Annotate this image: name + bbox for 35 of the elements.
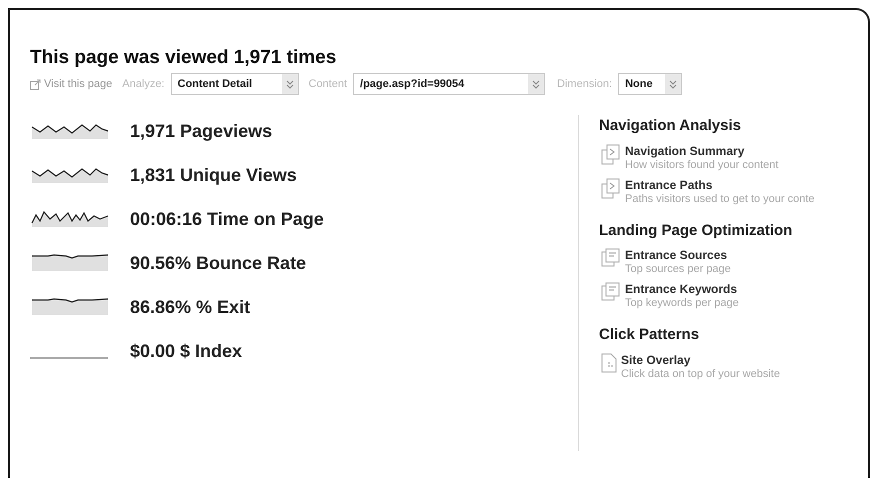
chevron-icon (528, 74, 544, 94)
metric-text: 1,831 Unique Views (130, 164, 297, 187)
report-description: How visitors found your content (625, 158, 778, 172)
analyze-label: Analyze: (122, 76, 164, 92)
report-link[interactable]: Entrance Paths (625, 178, 815, 192)
page-title: This page was viewed 1,971 times (30, 48, 338, 67)
pages-icon (601, 178, 621, 200)
report-link[interactable]: Entrance Keywords (625, 282, 739, 297)
metric-text: 86.86% % Exit (130, 296, 250, 318)
pages-icon (601, 282, 621, 302)
report-description: Paths visitors used to get to your conte (625, 192, 815, 206)
report-link[interactable]: Site Overlay (621, 352, 780, 368)
analyze-dropdown[interactable]: Content Detail (170, 73, 298, 95)
pages-icon (601, 144, 621, 166)
content-dropdown[interactable]: /page.asp?id=99054 (353, 73, 546, 95)
dimension-label: Dimension: (557, 76, 612, 92)
section-heading: Click Patterns (599, 325, 700, 345)
dimension-dropdown[interactable]: None (618, 73, 682, 95)
section-heading: Landing Page Optimization (599, 220, 794, 240)
metric-text: $0.00 $ Index (130, 340, 242, 362)
section-heading: Navigation Analysis (599, 116, 742, 136)
report-description: Top keywords per page (625, 297, 739, 310)
content-label: Content (308, 76, 348, 92)
metric-text: 00:06:16 Time on Page (130, 208, 324, 231)
report-link[interactable]: Navigation Summary (625, 144, 778, 158)
metric-text: 90.56% Bounce Rate (130, 252, 306, 274)
chevron-icon (665, 74, 682, 94)
report-description: Top sources per page (625, 263, 731, 276)
pages-icon (601, 248, 621, 268)
metric-text: 1,971 Pageviews (130, 120, 272, 143)
report-description: Click data on top of your website (621, 368, 780, 380)
chevron-icon (282, 74, 298, 94)
report-link[interactable]: Entrance Sources (625, 248, 731, 263)
external-link-icon (30, 78, 41, 90)
document-icon (601, 352, 617, 372)
